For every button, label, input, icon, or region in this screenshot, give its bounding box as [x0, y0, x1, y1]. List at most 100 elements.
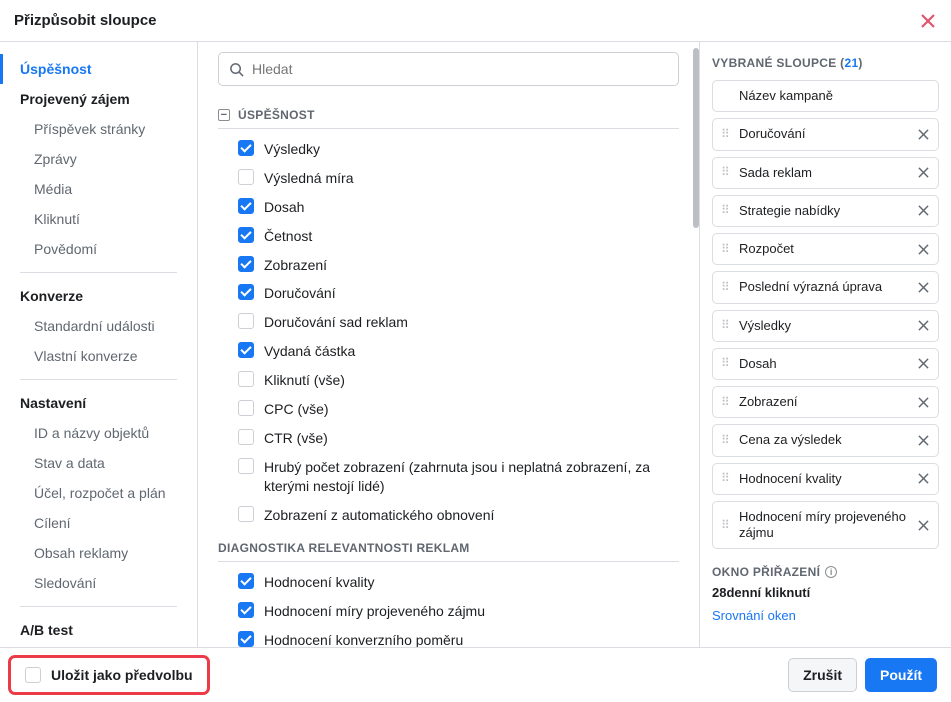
- option-checkbox[interactable]: [238, 313, 254, 329]
- option-checkbox[interactable]: [238, 506, 254, 522]
- drag-handle-icon[interactable]: ⠿: [721, 323, 731, 328]
- option-checkbox[interactable]: [238, 429, 254, 445]
- collapse-icon[interactable]: −: [218, 109, 230, 121]
- option-row[interactable]: Vydaná částka: [218, 337, 679, 366]
- option-checkbox[interactable]: [238, 256, 254, 272]
- info-icon[interactable]: i: [825, 566, 837, 578]
- selected-chip[interactable]: ⠿Hodnocení kvality: [712, 463, 939, 495]
- drag-handle-icon[interactable]: ⠿: [721, 361, 731, 366]
- group-header[interactable]: −ÚSPĚŠNOST: [218, 96, 679, 129]
- option-row[interactable]: Doručování: [218, 279, 679, 308]
- chip-remove-icon[interactable]: [916, 242, 930, 256]
- chip-remove-icon[interactable]: [916, 280, 930, 294]
- save-as-preset[interactable]: Uložit jako předvolbu: [8, 655, 210, 695]
- option-row[interactable]: Kliknutí (vše): [218, 366, 679, 395]
- apply-button[interactable]: Použít: [865, 658, 937, 692]
- option-checkbox[interactable]: [238, 169, 254, 185]
- sidebar-item-id-nazvy[interactable]: ID a názvy objektů: [0, 418, 197, 448]
- group-header[interactable]: DIAGNOSTIKA RELEVANTNOSTI REKLAM: [218, 529, 679, 562]
- selected-chip[interactable]: ⠿ Sada reklam: [712, 157, 939, 189]
- options-list[interactable]: −ÚSPĚŠNOST VýsledkyVýsledná míraDosahČetn…: [198, 96, 699, 647]
- selected-chip[interactable]: ⠿Hodnocení míry projeveného zájmu: [712, 501, 939, 550]
- search-box[interactable]: [218, 52, 679, 86]
- selected-chip[interactable]: ⠿Poslední výrazná úprava: [712, 271, 939, 303]
- sidebar-item-standardni-udalosti[interactable]: Standardní události: [0, 311, 197, 341]
- option-row[interactable]: Doručování sad reklam: [218, 308, 679, 337]
- chip-remove-icon[interactable]: [916, 204, 930, 218]
- chip-remove-icon[interactable]: [916, 472, 930, 486]
- option-checkbox[interactable]: [238, 631, 254, 647]
- selected-chip[interactable]: ⠿Strategie nabídky: [712, 195, 939, 227]
- option-checkbox[interactable]: [238, 342, 254, 358]
- drag-handle-icon[interactable]: ⠿: [721, 285, 731, 290]
- option-checkbox[interactable]: [238, 400, 254, 416]
- search-input[interactable]: [252, 61, 668, 77]
- sidebar-item-uspesnost[interactable]: Úspěšnost: [0, 54, 197, 84]
- sidebar-item-sledovani[interactable]: Sledování: [0, 568, 197, 598]
- sidebar-item-nastaveni[interactable]: Nastavení: [0, 388, 197, 418]
- option-row[interactable]: Zobrazení z automatického obnovení: [218, 501, 679, 530]
- cancel-button[interactable]: Zrušit: [788, 658, 857, 692]
- drag-handle-icon[interactable]: ⠿: [721, 400, 731, 405]
- sidebar-item-cileni[interactable]: Cílení: [0, 508, 197, 538]
- option-row[interactable]: CTR (vše): [218, 424, 679, 453]
- chip-remove-icon[interactable]: [916, 166, 930, 180]
- sidebar-item-ab-test[interactable]: A/B test: [0, 615, 197, 645]
- sidebar-item-ucel-rozpocet[interactable]: Účel, rozpočet a plán: [0, 478, 197, 508]
- selected-chip[interactable]: ⠿Zobrazení: [712, 386, 939, 418]
- option-row[interactable]: Zobrazení: [218, 251, 679, 280]
- sidebar-item-kliknuti[interactable]: Kliknutí: [0, 204, 197, 234]
- sidebar-item-zpravy[interactable]: Zprávy: [0, 144, 197, 174]
- option-row[interactable]: Hrubý počet zobrazení (zahrnuta jsou i n…: [218, 453, 679, 501]
- option-checkbox[interactable]: [238, 602, 254, 618]
- drag-handle-icon[interactable]: ⠿: [721, 247, 731, 252]
- sidebar-item-projeveny-zajem[interactable]: Projevený zájem: [0, 84, 197, 114]
- selected-chip[interactable]: ⠿Doručování: [712, 118, 939, 150]
- chip-remove-icon[interactable]: [916, 518, 930, 532]
- drag-handle-icon[interactable]: ⠿: [721, 132, 731, 137]
- option-checkbox[interactable]: [238, 371, 254, 387]
- selected-chip[interactable]: ⠿Dosah: [712, 348, 939, 380]
- drag-handle-icon[interactable]: ⠿: [721, 523, 731, 528]
- option-checkbox[interactable]: [238, 573, 254, 589]
- drag-handle-icon[interactable]: ⠿: [721, 170, 731, 175]
- drag-handle-icon[interactable]: ⠿: [721, 208, 731, 213]
- drag-handle-icon[interactable]: ⠿: [721, 476, 731, 481]
- chip-remove-icon[interactable]: [916, 357, 930, 371]
- selected-chip[interactable]: ⠿Název kampaně: [712, 80, 939, 112]
- sidebar-item-prispevek-stranky[interactable]: Příspěvek stránky: [0, 114, 197, 144]
- sidebar-item-media[interactable]: Média: [0, 174, 197, 204]
- sidebar-item-vlastni-konverze[interactable]: Vlastní konverze: [0, 341, 197, 371]
- sidebar-item-konverze[interactable]: Konverze: [0, 281, 197, 311]
- drag-handle-icon[interactable]: ⠿: [721, 438, 731, 443]
- option-row[interactable]: CPC (vše): [218, 395, 679, 424]
- chip-remove-icon[interactable]: [916, 127, 930, 141]
- center-scrollbar[interactable]: [693, 48, 699, 647]
- chip-remove-icon[interactable]: [916, 433, 930, 447]
- sidebar-item-obsah-reklamy[interactable]: Obsah reklamy: [0, 538, 197, 568]
- option-row[interactable]: Výsledná míra: [218, 164, 679, 193]
- option-row[interactable]: Výsledky: [218, 135, 679, 164]
- option-checkbox[interactable]: [238, 284, 254, 300]
- option-row[interactable]: Hodnocení konverzního poměru: [218, 626, 679, 647]
- close-button[interactable]: [919, 12, 937, 30]
- option-checkbox[interactable]: [238, 227, 254, 243]
- option-row[interactable]: Hodnocení míry projeveného zájmu: [218, 597, 679, 626]
- selected-chip[interactable]: ⠿Rozpočet: [712, 233, 939, 265]
- sidebar-item-povedomi[interactable]: Povědomí: [0, 234, 197, 264]
- chip-remove-icon[interactable]: [916, 319, 930, 333]
- attribution-compare-link[interactable]: Srovnání oken: [712, 608, 796, 623]
- selected-chip[interactable]: ⠿Cena za výsledek: [712, 424, 939, 456]
- save-preset-checkbox[interactable]: [25, 667, 41, 683]
- option-checkbox[interactable]: [238, 198, 254, 214]
- option-row[interactable]: Četnost: [218, 222, 679, 251]
- option-row[interactable]: Hodnocení kvality: [218, 568, 679, 597]
- chip-label: Sada reklam: [739, 165, 916, 181]
- option-checkbox[interactable]: [238, 140, 254, 156]
- option-row[interactable]: Dosah: [218, 193, 679, 222]
- option-checkbox[interactable]: [238, 458, 254, 474]
- sidebar-item-stav-data[interactable]: Stav a data: [0, 448, 197, 478]
- chip-remove-icon[interactable]: [916, 395, 930, 409]
- scrollbar-thumb[interactable]: [693, 48, 699, 228]
- selected-chip[interactable]: ⠿Výsledky: [712, 310, 939, 342]
